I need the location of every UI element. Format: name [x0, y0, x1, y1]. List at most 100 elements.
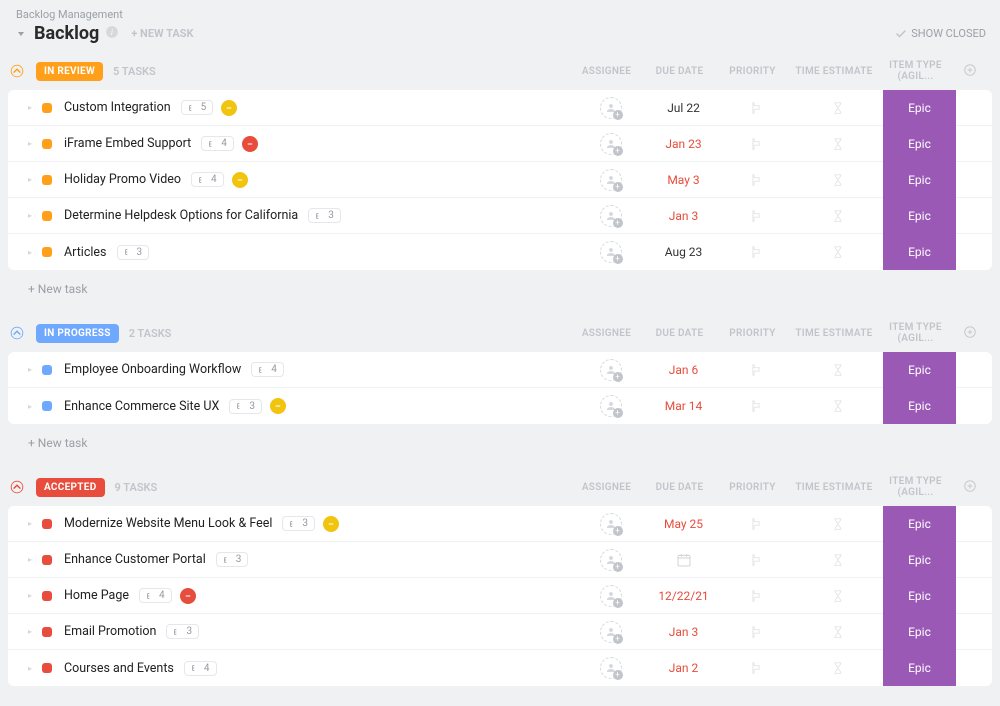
status-square-icon[interactable]: [42, 591, 52, 601]
task-row[interactable]: ▸iFrame Embed Support4+Jan 23Epic: [8, 126, 992, 162]
status-square-icon[interactable]: [42, 663, 52, 673]
time-estimate-icon[interactable]: [831, 101, 845, 115]
time-estimate-icon[interactable]: [831, 553, 845, 567]
status-square-icon[interactable]: [42, 211, 52, 221]
task-row[interactable]: ▸Employee Onboarding Workflow4+Jan 6Epic: [8, 352, 992, 388]
task-title[interactable]: Email Promotion: [64, 624, 156, 639]
priority-flag-icon[interactable]: [750, 553, 764, 567]
add-column-button[interactable]: [952, 325, 988, 342]
status-pill-icon[interactable]: [270, 398, 286, 414]
expand-caret-icon[interactable]: ▸: [28, 211, 34, 220]
section-status-badge[interactable]: IN REVIEW: [36, 62, 103, 81]
assignee-add-icon[interactable]: +: [600, 549, 622, 571]
item-type-badge[interactable]: Epic: [883, 614, 956, 650]
status-square-icon[interactable]: [42, 519, 52, 529]
subtask-count[interactable]: 4: [251, 362, 284, 377]
time-estimate-icon[interactable]: [831, 245, 845, 259]
status-square-icon[interactable]: [42, 365, 52, 375]
task-title[interactable]: Articles: [64, 245, 107, 260]
assignee-add-icon[interactable]: +: [600, 133, 622, 155]
item-type-badge[interactable]: Epic: [883, 234, 956, 270]
col-priority[interactable]: PRIORITY: [716, 482, 789, 493]
section-collapse-icon[interactable]: [8, 478, 26, 496]
assignee-add-icon[interactable]: +: [600, 621, 622, 643]
new-task-link[interactable]: + New task: [8, 424, 992, 454]
new-task-button[interactable]: + NEW TASK: [125, 25, 199, 42]
task-row[interactable]: ▸Custom Integration5+Jul 22Epic: [8, 90, 992, 126]
subtask-count[interactable]: 3: [216, 552, 249, 567]
task-title[interactable]: Employee Onboarding Workflow: [64, 362, 241, 377]
subtask-count[interactable]: 3: [117, 245, 150, 260]
assignee-add-icon[interactable]: +: [600, 513, 622, 535]
assignee-add-icon[interactable]: +: [600, 205, 622, 227]
breadcrumb[interactable]: Backlog Management: [16, 8, 986, 21]
task-title[interactable]: Courses and Events: [64, 661, 174, 676]
subtask-count[interactable]: 3: [229, 399, 262, 414]
priority-flag-icon[interactable]: [750, 399, 764, 413]
new-task-link[interactable]: + New task: [8, 270, 992, 300]
status-square-icon[interactable]: [42, 175, 52, 185]
task-row[interactable]: ▸Email Promotion3+Jan 3Epic: [8, 614, 992, 650]
expand-caret-icon[interactable]: ▸: [28, 664, 34, 673]
task-row[interactable]: ▸Enhance Commerce Site UX3+Mar 14Epic: [8, 388, 992, 424]
col-priority[interactable]: PRIORITY: [716, 66, 789, 77]
col-assignee[interactable]: ASSIGNEE: [570, 66, 643, 77]
subtask-count[interactable]: 4: [184, 661, 217, 676]
time-estimate-icon[interactable]: [831, 137, 845, 151]
status-square-icon[interactable]: [42, 103, 52, 113]
status-pill-icon[interactable]: [180, 588, 196, 604]
col-due-date[interactable]: DUE DATE: [643, 328, 716, 339]
due-date-value[interactable]: May 3: [667, 173, 699, 187]
section-collapse-icon[interactable]: [8, 62, 26, 80]
subtask-count[interactable]: 5: [181, 100, 214, 115]
add-column-button[interactable]: [952, 479, 988, 496]
add-column-button[interactable]: [952, 63, 988, 80]
calendar-icon[interactable]: [676, 552, 692, 568]
task-title[interactable]: iFrame Embed Support: [64, 136, 191, 151]
item-type-badge[interactable]: Epic: [883, 506, 956, 542]
section-collapse-icon[interactable]: [8, 324, 26, 342]
col-priority[interactable]: PRIORITY: [716, 328, 789, 339]
priority-flag-icon[interactable]: [750, 363, 764, 377]
due-date-value[interactable]: Jan 2: [669, 661, 699, 675]
task-row[interactable]: ▸Enhance Customer Portal3+Epic: [8, 542, 992, 578]
collapse-caret-icon[interactable]: [16, 29, 26, 39]
assignee-add-icon[interactable]: +: [600, 241, 622, 263]
item-type-badge[interactable]: Epic: [883, 126, 956, 162]
subtask-count[interactable]: 3: [282, 516, 315, 531]
task-title[interactable]: Holiday Promo Video: [64, 172, 181, 187]
col-due-date[interactable]: DUE DATE: [643, 66, 716, 77]
col-time-estimate[interactable]: TIME ESTIMATE: [789, 66, 879, 77]
task-row[interactable]: ▸Home Page4+12/22/21Epic: [8, 578, 992, 614]
item-type-badge[interactable]: Epic: [883, 352, 956, 388]
status-square-icon[interactable]: [42, 139, 52, 149]
section-status-badge[interactable]: IN PROGRESS: [36, 324, 119, 343]
priority-flag-icon[interactable]: [750, 173, 764, 187]
due-date-value[interactable]: Jan 23: [665, 137, 701, 151]
info-icon[interactable]: i: [105, 25, 119, 43]
item-type-badge[interactable]: Epic: [883, 198, 956, 234]
expand-caret-icon[interactable]: ▸: [28, 402, 34, 411]
time-estimate-icon[interactable]: [831, 517, 845, 531]
priority-flag-icon[interactable]: [750, 137, 764, 151]
task-row[interactable]: ▸Holiday Promo Video4+May 3Epic: [8, 162, 992, 198]
task-title[interactable]: Home Page: [64, 588, 129, 603]
status-square-icon[interactable]: [42, 401, 52, 411]
assignee-add-icon[interactable]: +: [600, 585, 622, 607]
col-time-estimate[interactable]: TIME ESTIMATE: [789, 482, 879, 493]
due-date-value[interactable]: Jan 3: [669, 625, 699, 639]
col-item-type[interactable]: ITEM TYPE (AGIL...: [879, 60, 952, 82]
due-date-value[interactable]: Jan 6: [669, 363, 699, 377]
task-row[interactable]: ▸Articles3+Aug 23Epic: [8, 234, 992, 270]
due-date-value[interactable]: Mar 14: [665, 399, 703, 413]
item-type-badge[interactable]: Epic: [883, 650, 956, 686]
subtask-count[interactable]: 4: [201, 136, 234, 151]
col-due-date[interactable]: DUE DATE: [643, 482, 716, 493]
assignee-add-icon[interactable]: +: [600, 169, 622, 191]
col-assignee[interactable]: ASSIGNEE: [570, 482, 643, 493]
section-status-badge[interactable]: ACCEPTED: [36, 478, 105, 497]
task-title[interactable]: Enhance Customer Portal: [64, 552, 206, 567]
priority-flag-icon[interactable]: [750, 245, 764, 259]
item-type-badge[interactable]: Epic: [883, 542, 956, 578]
col-time-estimate[interactable]: TIME ESTIMATE: [789, 328, 879, 339]
